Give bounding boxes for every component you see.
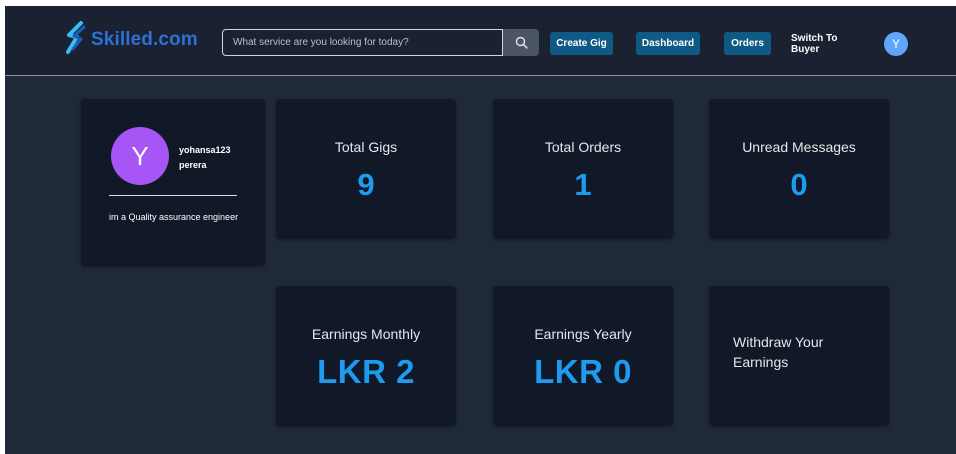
profile-bio: im a Quality assurance engineer [109,212,239,222]
unread-messages-label: Unread Messages [742,139,856,155]
profile-card: Y yohansa123 perera im a Quality assuran… [81,99,265,266]
search-bar [222,29,539,56]
earnings-monthly-card[interactable]: Earnings Monthly LKR 2 [276,286,456,426]
profile-avatar: Y [111,127,169,185]
user-avatar[interactable]: Y [884,32,908,56]
profile-name: yohansa123 perera [179,143,259,173]
total-orders-value: 1 [574,167,592,202]
total-gigs-label: Total Gigs [334,139,398,155]
orders-button[interactable]: Orders [724,32,771,55]
app-frame: Skilled.com Create Gig Dashboard Orders … [5,6,956,454]
search-icon [515,36,528,49]
unread-messages-card[interactable]: Unread Messages 0 [709,99,889,239]
logo[interactable]: Skilled.com [65,20,198,60]
unread-messages-value: 0 [790,167,808,202]
create-gig-button[interactable]: Create Gig [550,32,613,55]
search-button[interactable] [503,29,539,56]
total-orders-label: Total Orders [544,139,622,155]
profile-divider [109,195,237,196]
earnings-yearly-label: Earnings Yearly [534,326,632,342]
total-orders-card[interactable]: Total Orders 1 [493,99,673,239]
total-gigs-value: 9 [357,167,375,202]
search-input[interactable] [222,29,503,56]
dashboard-button[interactable]: Dashboard [636,32,700,55]
navbar: Skilled.com Create Gig Dashboard Orders … [5,6,956,76]
total-gigs-card[interactable]: Total Gigs 9 [276,99,456,239]
earnings-monthly-label: Earnings Monthly [311,326,421,342]
earnings-yearly-value: LKR 0 [534,353,632,390]
earnings-yearly-card[interactable]: Earnings Yearly LKR 0 [493,286,673,426]
earnings-monthly-value: LKR 2 [317,353,415,390]
switch-to-buyer-link[interactable]: Switch To Buyer [791,32,863,55]
logo-mark-icon [65,20,87,60]
profile-username: yohansa123 [179,145,231,155]
withdraw-earnings-label: Withdraw Your Earnings [733,334,824,370]
withdraw-earnings-card[interactable]: Withdraw Your Earnings [709,286,889,426]
brand-name: Skilled.com [91,29,198,50]
profile-lastname: perera [179,160,207,170]
